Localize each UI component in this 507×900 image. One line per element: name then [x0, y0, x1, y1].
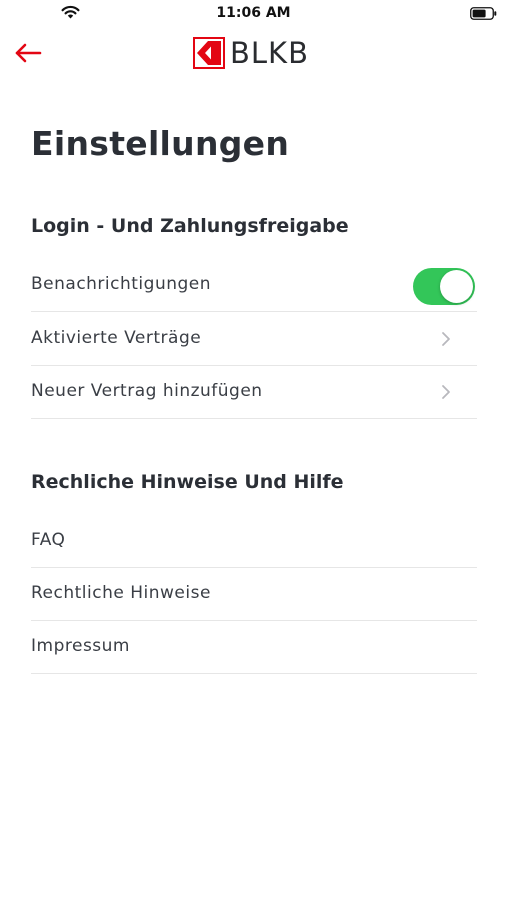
battery-icon	[470, 7, 497, 20]
settings-screen: 11:06 AM BLKB Einstellungen Login - Und …	[0, 0, 507, 900]
row-label: Aktivierte Verträge	[31, 328, 202, 348]
row-label: Benachrichtigungen	[31, 274, 212, 294]
section-title-legal: Rechliche Hinweise Und Hilfe	[31, 471, 344, 493]
back-button[interactable]	[14, 42, 42, 64]
list-item-faq[interactable]: FAQ	[31, 515, 477, 568]
arrow-left-icon	[15, 43, 42, 63]
status-time: 11:06 AM	[216, 5, 291, 21]
row-label: Neuer Vertrag hinzufügen	[31, 381, 263, 401]
chevron-right-icon	[442, 385, 450, 399]
notifications-toggle[interactable]	[413, 268, 475, 305]
section-title-login: Login - Und Zahlungsfreigabe	[31, 215, 349, 237]
row-label: Rechtliche Hinweise	[31, 583, 211, 603]
notifications-row: Benachrichtigungen	[31, 259, 477, 312]
list-item-legal-notes[interactable]: Rechtliche Hinweise	[31, 568, 477, 621]
row-label: FAQ	[31, 530, 66, 550]
list-item-activated-contracts[interactable]: Aktivierte Verträge	[31, 313, 477, 366]
logo-text: BLKB	[230, 36, 309, 70]
list-item-imprint[interactable]: Impressum	[31, 621, 477, 674]
page-title: Einstellungen	[31, 124, 290, 163]
chevron-right-icon	[442, 332, 450, 346]
status-bar: 11:06 AM	[0, 0, 507, 26]
blkb-logo-mark	[193, 37, 225, 69]
list-item-add-contract[interactable]: Neuer Vertrag hinzufügen	[31, 366, 477, 419]
row-label: Impressum	[31, 636, 130, 656]
toggle-knob	[440, 270, 473, 303]
blkb-logo: BLKB	[193, 36, 309, 70]
